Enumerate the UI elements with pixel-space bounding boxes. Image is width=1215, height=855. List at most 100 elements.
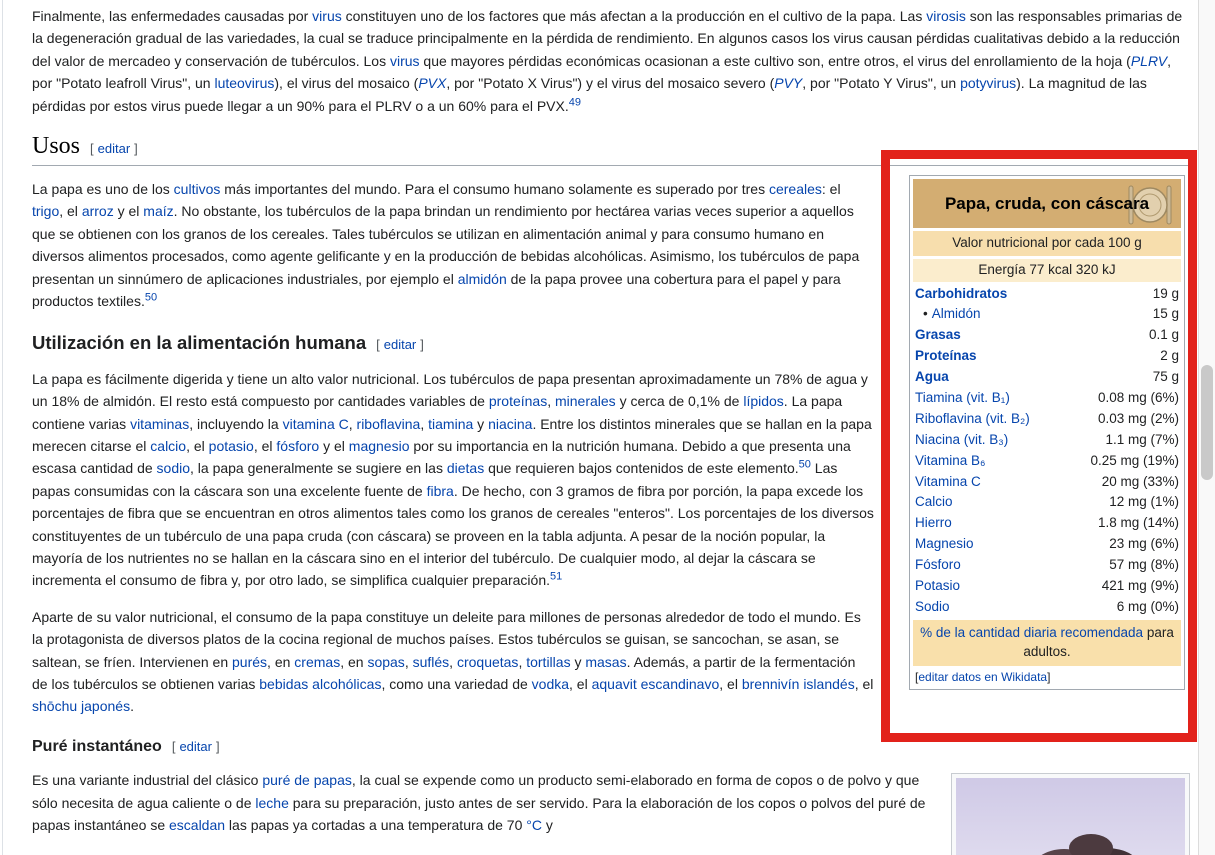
bracket: [: [172, 739, 176, 754]
text-run: Es una variante industrial del clásico: [32, 772, 262, 788]
nutrient-label-link[interactable]: Grasas: [915, 327, 961, 342]
scrollbar-thumb[interactable]: [1201, 365, 1213, 480]
wiki-link[interactable]: virus: [390, 53, 420, 69]
wiki-link[interactable]: minerales: [555, 393, 616, 409]
infobox-footer: % de la cantidad diaria recomendada para…: [913, 620, 1181, 666]
wiki-link[interactable]: puré de papas: [262, 772, 352, 788]
nutrient-value: 15 g: [1153, 305, 1179, 324]
wiki-link[interactable]: tortillas: [526, 654, 570, 670]
nutrient-label-link[interactable]: Vitamina C: [915, 474, 981, 489]
wiki-link[interactable]: cereales: [769, 181, 822, 197]
nutrient-value: 19 g: [1153, 285, 1179, 304]
nutrient-label-link[interactable]: Calcio: [915, 494, 953, 509]
wiki-link[interactable]: vitaminas: [130, 416, 189, 432]
wiki-link[interactable]: masas: [585, 654, 626, 670]
nutrient-label-link[interactable]: Tiamina (vit. B₁): [915, 390, 1010, 405]
nutrient-value: 0.25 mg (19%): [1090, 452, 1179, 471]
nutrient-row: Potasio421 mg (9%): [913, 576, 1181, 597]
nutrient-row: Agua75 g: [913, 367, 1181, 388]
text-run: ), el virus del mosaico (: [274, 75, 418, 91]
reference-link[interactable]: 49: [569, 96, 581, 108]
wiki-link[interactable]: virus: [312, 8, 342, 24]
nutrient-label-link[interactable]: Magnesio: [915, 536, 974, 551]
nutrient-label-link[interactable]: Carbohidratos: [915, 286, 1007, 301]
wiki-link[interactable]: arroz: [82, 203, 114, 219]
wiki-link[interactable]: proteínas: [489, 393, 547, 409]
daily-amount-link[interactable]: % de la cantidad diaria recomendada: [920, 625, 1143, 640]
wiki-link[interactable]: PLRV: [1131, 53, 1167, 69]
wiki-link[interactable]: fibra: [427, 483, 454, 499]
wiki-link[interactable]: niacina: [488, 416, 532, 432]
browser-scrollbar[interactable]: [1198, 0, 1215, 855]
wiki-link[interactable]: leche: [255, 795, 288, 811]
nutrient-label-link[interactable]: Sodio: [915, 599, 950, 614]
text-run: que requieren bajos contenidos de este e…: [484, 460, 798, 476]
nutrient-label-link[interactable]: Niacina (vit. B₃): [915, 432, 1008, 447]
text-run: ,: [547, 393, 555, 409]
wiki-link[interactable]: potyvirus: [960, 75, 1016, 91]
wiki-link[interactable]: luteovirus: [214, 75, 274, 91]
nutrient-label-link[interactable]: Vitamina B₆: [915, 453, 985, 468]
nutrient-label-link[interactable]: Hierro: [915, 515, 952, 530]
wiki-link[interactable]: suflés: [413, 654, 450, 670]
bracket: [: [90, 141, 94, 156]
wiki-link[interactable]: cultivos: [174, 181, 221, 197]
wiki-link[interactable]: croquetas: [457, 654, 518, 670]
edit-link[interactable]: editar: [98, 141, 131, 156]
infobox-title-text: Papa, cruda, con cáscara: [945, 194, 1149, 213]
nutrient-label-link[interactable]: Fósforo: [915, 557, 961, 572]
bracket: ]: [420, 337, 424, 352]
wiki-link[interactable]: magnesio: [349, 438, 410, 454]
wiki-link[interactable]: aquavit escandinavo: [592, 676, 720, 692]
wiki-link[interactable]: maíz: [143, 203, 173, 219]
wiki-link[interactable]: escaldan: [169, 817, 225, 833]
wiki-link[interactable]: tiamina: [428, 416, 473, 432]
nutrient-label-link[interactable]: Proteínas: [915, 348, 977, 363]
heading-text: Usos: [32, 133, 80, 159]
nutrient-label-link[interactable]: Agua: [915, 369, 949, 384]
wiki-link[interactable]: bebidas alcohólicas: [259, 676, 381, 692]
wiki-link[interactable]: purés: [232, 654, 267, 670]
wiki-link[interactable]: dietas: [447, 460, 484, 476]
wiki-link[interactable]: °C: [526, 817, 542, 833]
nutrient-label-link[interactable]: Potasio: [915, 578, 960, 593]
wiki-link[interactable]: fósforo: [276, 438, 319, 454]
wiki-link[interactable]: PVX: [418, 75, 446, 91]
nutrient-label-link[interactable]: Riboflavina (vit. B₂): [915, 411, 1030, 426]
wiki-link[interactable]: lípidos: [743, 393, 783, 409]
wiki-link[interactable]: riboflavina: [357, 416, 421, 432]
wiki-link[interactable]: calcio: [150, 438, 186, 454]
wiki-link[interactable]: vitamina C: [283, 416, 349, 432]
wiki-link[interactable]: virosis: [926, 8, 966, 24]
wiki-link[interactable]: shōchu japonés: [32, 698, 130, 714]
chuno-image-thumbnail[interactable]: [951, 773, 1190, 855]
wiki-link[interactable]: PVY: [774, 75, 802, 91]
wiki-link[interactable]: vodka: [532, 676, 569, 692]
nutrient-row: Vitamina C20 mg (33%): [913, 472, 1181, 493]
article-content: Finalmente, las enfermedades causadas po…: [32, 0, 1190, 837]
wiki-link[interactable]: potasio: [209, 438, 254, 454]
text-run: las papas ya cortadas a una temperatura …: [225, 817, 526, 833]
text-run: y: [571, 654, 586, 670]
nutrient-value: 12 mg (1%): [1109, 493, 1179, 512]
wikidata-edit-link[interactable]: editar datos en Wikidata: [918, 670, 1047, 684]
reference-link[interactable]: 50: [145, 291, 157, 303]
wiki-link[interactable]: sodio: [157, 460, 190, 476]
wiki-link[interactable]: trigo: [32, 203, 59, 219]
nutrient-row: Sodio6 mg (0%): [913, 597, 1181, 618]
heading-text: Utilización en la alimentación humana: [32, 332, 366, 353]
text-run: ,: [449, 654, 457, 670]
reference-link[interactable]: 51: [550, 571, 562, 583]
text-run: La papa es uno de los: [32, 181, 174, 197]
text-run: , la papa generalmente se sugiere en las: [190, 460, 447, 476]
wiki-link[interactable]: cremas: [294, 654, 340, 670]
edit-link[interactable]: editar: [384, 337, 417, 352]
reference-superscript: 51: [550, 571, 562, 583]
wiki-link[interactable]: sopas: [367, 654, 404, 670]
edit-link[interactable]: editar: [179, 739, 212, 754]
wiki-link[interactable]: almidón: [458, 271, 507, 287]
wiki-link[interactable]: brennivín islandés: [742, 676, 855, 692]
reference-link[interactable]: 50: [799, 459, 811, 471]
nutrient-label-link[interactable]: Almidón: [932, 306, 981, 321]
text-run: , el: [186, 438, 209, 454]
